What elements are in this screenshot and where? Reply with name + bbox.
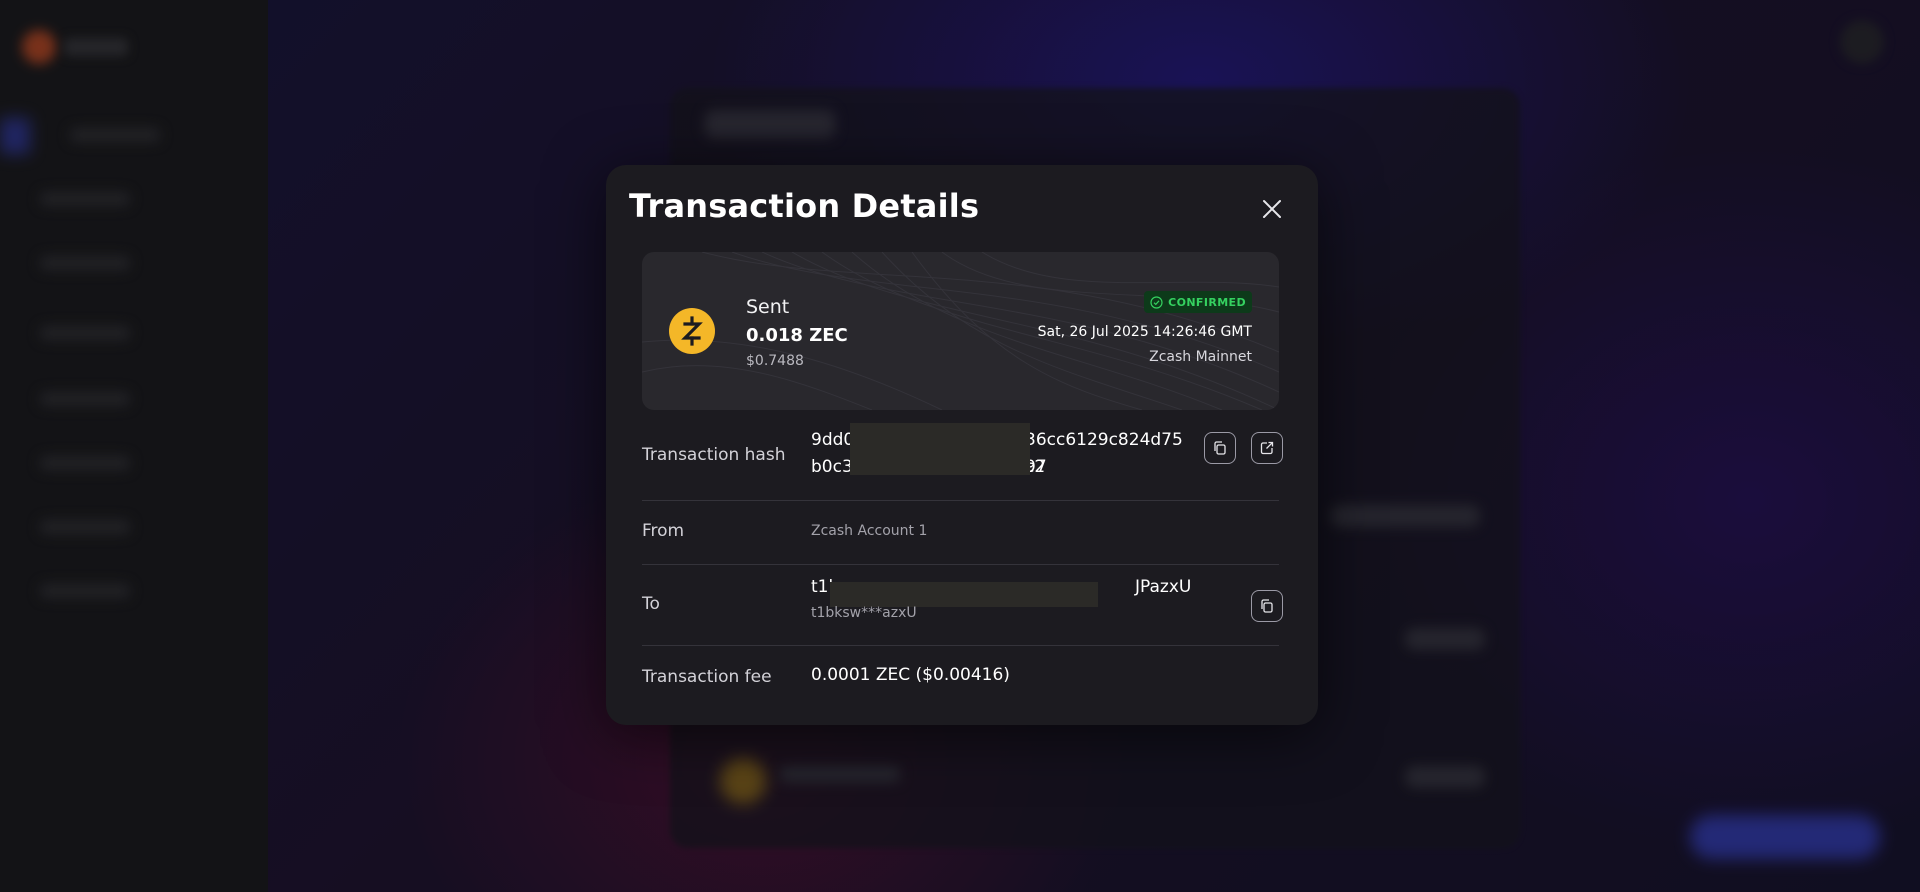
transaction-hash-part: 9dd0 [811,430,855,450]
transaction-usd-value: $0.7488 [746,353,804,369]
zcash-icon [669,308,715,354]
to-row: To t1b JPazxU t1bksw***azxU [642,577,1283,639]
transaction-summary-card: Sent 0.018 ZEC $0.7488 CONFIRMED Sat, 26… [642,252,1279,410]
copy-icon [1261,599,1273,613]
to-address-short: t1bksw***azxU [811,605,917,621]
from-label: From [642,521,685,541]
redacted-overlay [850,423,1030,475]
from-value: Zcash Account 1 [811,523,928,539]
row-divider [642,645,1279,646]
row-divider [642,500,1279,501]
to-label: To [642,594,660,614]
copy-address-button[interactable] [1251,590,1283,622]
close-icon [1263,200,1281,218]
from-row: From Zcash Account 1 [642,521,1279,551]
row-divider [642,564,1279,565]
close-button[interactable] [1258,195,1286,223]
fee-value: 0.0001 ZEC ($0.00416) [811,665,1010,685]
transaction-hash-row: Transaction hash 9dd0 36cc6129c824d75c2 … [642,423,1283,487]
check-circle-icon [1150,295,1163,309]
open-explorer-button[interactable] [1251,432,1283,464]
modal-title: Transaction Details [629,187,980,225]
status-badge: CONFIRMED [1144,291,1252,313]
transaction-network: Zcash Mainnet [1149,349,1252,365]
fee-row: Transaction fee 0.0001 ZEC ($0.00416) [642,665,1279,695]
redacted-overlay [830,582,1098,607]
copy-hash-button[interactable] [1204,432,1236,464]
to-address-end: JPazxU [1135,577,1192,597]
copy-icon [1214,441,1226,455]
transaction-hash-part: b0c3 [811,457,853,477]
transaction-details-modal: Transaction Details Sent 0.018 ZEC $0.74… [606,165,1318,725]
transaction-type: Sent [746,296,790,318]
transaction-hash-label: Transaction hash [642,445,786,465]
transaction-date: Sat, 26 Jul 2025 14:26:46 GMT [1037,324,1252,340]
fee-label: Transaction fee [642,667,772,687]
status-label: CONFIRMED [1168,295,1246,309]
transaction-amount: 0.018 ZEC [746,325,848,346]
external-link-icon [1260,441,1274,455]
